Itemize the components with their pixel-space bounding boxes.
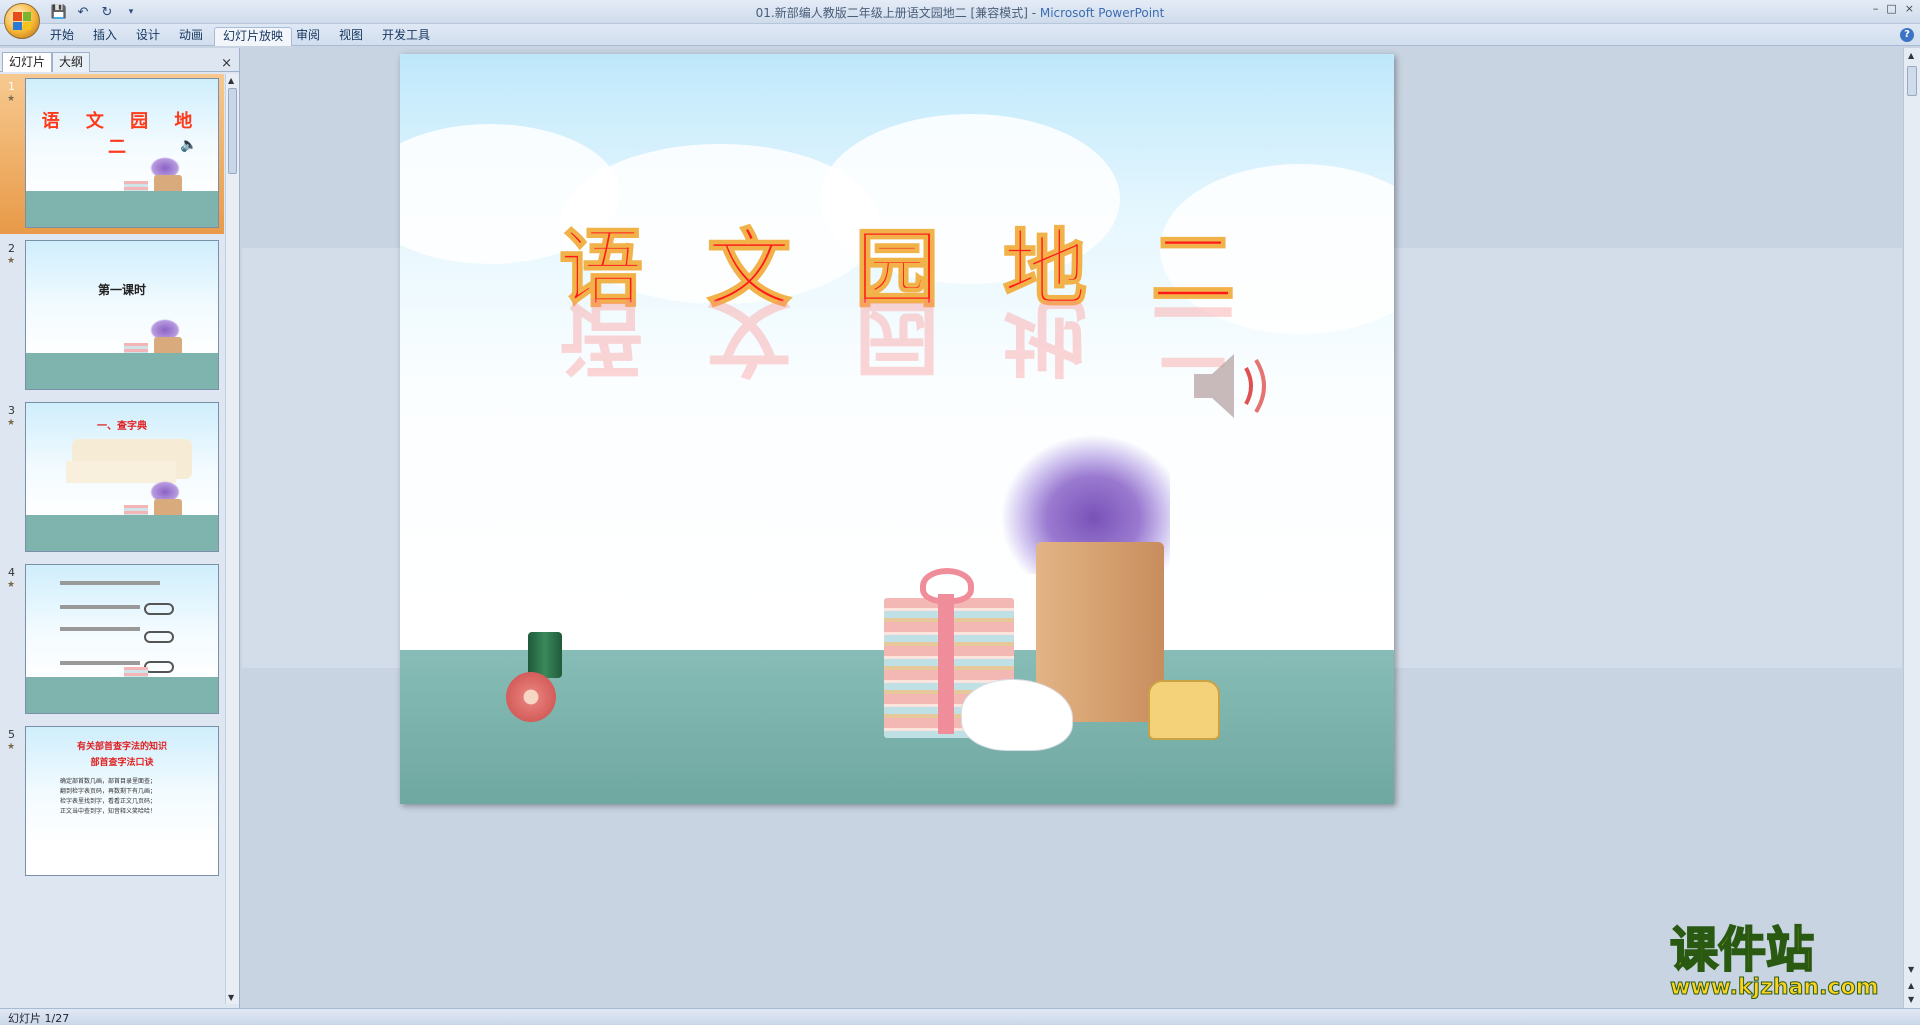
document-title: 01.新部编人教版二年级上册语文园地二 [兼容模式] - xyxy=(755,6,1040,20)
magnifier-icon xyxy=(144,661,174,673)
tab-design[interactable]: 设计 xyxy=(128,27,168,46)
current-slide[interactable]: 语文园地二 语文园地二 xyxy=(400,54,1394,804)
next-slide-icon[interactable]: ▼ xyxy=(1908,995,1914,1004)
office-logo-icon xyxy=(13,12,31,30)
floor-image xyxy=(26,191,218,227)
scroll-up-icon[interactable]: ▲ xyxy=(228,76,234,85)
text-line xyxy=(60,605,140,609)
thumb-body-line: 检字表里找到字，看看正文几页码； xyxy=(60,798,157,805)
magnifier-icon xyxy=(144,603,174,615)
close-button[interactable]: × xyxy=(1905,2,1914,15)
thumbnail-row[interactable]: 3 ★ 一、查字典 xyxy=(0,398,224,558)
thumb-body-line: 正文当中查到字，知音释义笑哈哈！ xyxy=(60,808,157,815)
pane-scrollbar[interactable]: ▲ ▼ xyxy=(225,74,239,1004)
watermark-url: www.kjzhan.com xyxy=(1670,975,1880,1000)
slides-pane: 幻灯片 大纲 × 1 ★ 语 文 园 地 二 🔈 2 ★ 第一课时 3 ★ 一、… xyxy=(0,48,240,1008)
bow-image xyxy=(920,568,974,604)
tab-view[interactable]: 视图 xyxy=(331,27,371,46)
tab-insert[interactable]: 插入 xyxy=(85,27,125,46)
scroll-down-icon[interactable]: ▼ xyxy=(228,993,234,1002)
slide-number: 2 xyxy=(8,242,15,255)
slide-number: 3 xyxy=(8,404,15,417)
transition-icon: ★ xyxy=(7,580,16,590)
tab-review[interactable]: 审阅 xyxy=(288,27,328,46)
maximize-button[interactable]: □ xyxy=(1886,2,1896,15)
slide-canvas: 语文园地二 语文园地二 xyxy=(242,48,1902,1008)
slide-thumbnail[interactable]: 语 文 园 地 二 🔈 xyxy=(25,78,219,228)
tab-slideshow[interactable]: 幻灯片放映 xyxy=(214,27,293,46)
telephone-image xyxy=(1148,680,1220,740)
floor-image xyxy=(26,353,218,389)
slide-thumbnail[interactable]: 第一课时 xyxy=(25,240,219,390)
thumbnail-row[interactable]: 1 ★ 语 文 园 地 二 🔈 xyxy=(0,74,224,234)
transition-icon: ★ xyxy=(7,256,16,266)
thumb-body-line: 翻到检字表页码，再数剩下有几画； xyxy=(60,788,157,795)
help-icon[interactable]: ? xyxy=(1900,28,1914,42)
watermark-name: 课件站 xyxy=(1669,922,1815,978)
title-bar: 💾 ↶ ↻ ▾ 01.新部编人教版二年级上册语文园地二 [兼容模式] - Mic… xyxy=(0,0,1920,39)
app-name: Microsoft PowerPoint xyxy=(1039,6,1165,20)
thumbnail-row[interactable]: 5 ★ 有关部首查字法的知识 部首查字法口诀 确定部首数几画，部首目录里面查； … xyxy=(0,722,224,882)
tab-home[interactable]: 开始 xyxy=(42,27,82,46)
thumbnail-row[interactable]: 2 ★ 第一课时 xyxy=(0,236,224,396)
watermark-logo: 课件站 www.kjzhan.com xyxy=(1669,922,1900,1000)
floor-image xyxy=(26,677,218,713)
slide-number: 4 xyxy=(8,566,15,579)
magnifier-icon xyxy=(144,631,174,643)
thumb-title: 第一课时 xyxy=(97,283,146,297)
scroll-thumb[interactable] xyxy=(228,88,237,174)
thumb-title: 一、查字典 xyxy=(97,421,147,432)
thumbnail-list: 1 ★ 语 文 园 地 二 🔈 2 ★ 第一课时 3 ★ 一、查字典 4 ★ 5… xyxy=(0,74,224,1002)
window-title: 01.新部编人教版二年级上册语文园地二 [兼容模式] - Microsoft P… xyxy=(0,4,1920,21)
thumb-subtitle: 部首查字法口诀 xyxy=(90,758,154,768)
previous-slide-icon[interactable]: ▲ xyxy=(1908,981,1914,990)
scroll-thumb[interactable] xyxy=(1907,66,1917,96)
tab-developer[interactable]: 开发工具 xyxy=(374,27,438,46)
transition-icon: ★ xyxy=(7,94,16,104)
window-controls: – □ × xyxy=(1873,2,1914,15)
tab-animations[interactable]: 动画 xyxy=(171,27,211,46)
minimize-button[interactable]: – xyxy=(1873,2,1879,15)
vertical-scrollbar[interactable]: ▲ ▼ ▲ ▼ xyxy=(1903,48,1920,1008)
pane-tabs: 幻灯片 大纲 × xyxy=(0,52,240,72)
scroll-down-icon[interactable]: ▼ xyxy=(1908,965,1914,974)
text-line xyxy=(60,661,140,665)
thumb-title: 有关部首查字法的知识 xyxy=(76,742,167,752)
close-icon[interactable]: × xyxy=(221,56,232,71)
speaker-icon: 🔈 xyxy=(180,137,198,153)
transition-icon: ★ xyxy=(7,742,16,752)
speaker-icon[interactable] xyxy=(1190,346,1280,426)
transition-icon: ★ xyxy=(7,418,16,428)
slide-thumbnail[interactable]: 有关部首查字法的知识 部首查字法口诀 确定部首数几画，部首目录里面查； 翻到检字… xyxy=(25,726,219,876)
text-line xyxy=(60,627,140,631)
text-line xyxy=(60,581,160,585)
slide-thumbnail[interactable]: 一、查字典 xyxy=(25,402,219,552)
thumb-body-line: 确定部首数几画，部首目录里面查； xyxy=(60,778,157,785)
slide-thumbnail[interactable] xyxy=(25,564,219,714)
tab-slides[interactable]: 幻灯片 xyxy=(2,52,53,72)
status-bar: 幻灯片 1/27 xyxy=(0,1008,1920,1025)
slide-counter: 幻灯片 1/27 xyxy=(8,1012,70,1025)
red-spool-image xyxy=(506,672,556,722)
tab-outline[interactable]: 大纲 xyxy=(52,52,91,72)
thumbnail-row[interactable]: 4 ★ xyxy=(0,560,224,720)
slide-number: 5 xyxy=(8,728,15,741)
floor-image xyxy=(26,515,218,551)
text-box xyxy=(66,461,176,483)
office-button[interactable] xyxy=(4,3,40,39)
scroll-up-icon[interactable]: ▲ xyxy=(1908,51,1914,60)
ribbon-tabs: 开始 插入 设计 动画 幻灯片放映 审阅 视图 开发工具 ? xyxy=(0,24,1920,46)
ribbon-image xyxy=(938,594,954,734)
slide-number: 1 xyxy=(8,80,15,93)
